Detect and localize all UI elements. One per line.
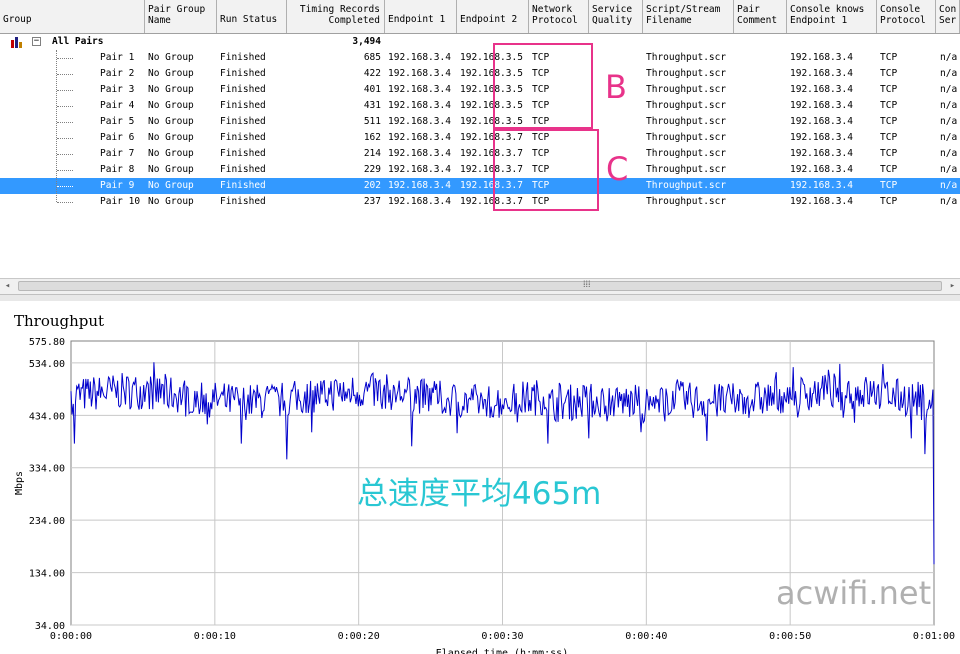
y-top-label: 575.80 <box>29 337 65 348</box>
x-tick-label: 0:00:00 <box>50 631 92 642</box>
watermark: acwifi.net <box>776 574 932 612</box>
throughput-chart: 534.00434.00334.00234.00134.0034.00575.8… <box>14 337 955 654</box>
x-tick-label: 0:00:10 <box>194 631 236 642</box>
y-tick-label: 334.00 <box>29 464 65 475</box>
x-tick-label: 0:00:30 <box>481 631 523 642</box>
x-tick-label: 0:00:20 <box>338 631 380 642</box>
y-axis-label: Mbps <box>14 471 25 495</box>
x-tick-label: 0:00:40 <box>625 631 667 642</box>
y-tick-label: 434.00 <box>29 411 65 422</box>
average-speed-overlay: 总速度平均465m <box>357 476 602 512</box>
y-tick-label: 534.00 <box>29 359 65 370</box>
x-axis-label: Elapsed time (h:mm:ss) <box>436 648 568 654</box>
x-tick-label: 0:01:00 <box>913 631 955 642</box>
x-tick-label: 0:00:50 <box>769 631 811 642</box>
y-tick-label: 234.00 <box>29 516 65 527</box>
y-tick-label: 134.00 <box>29 569 65 580</box>
